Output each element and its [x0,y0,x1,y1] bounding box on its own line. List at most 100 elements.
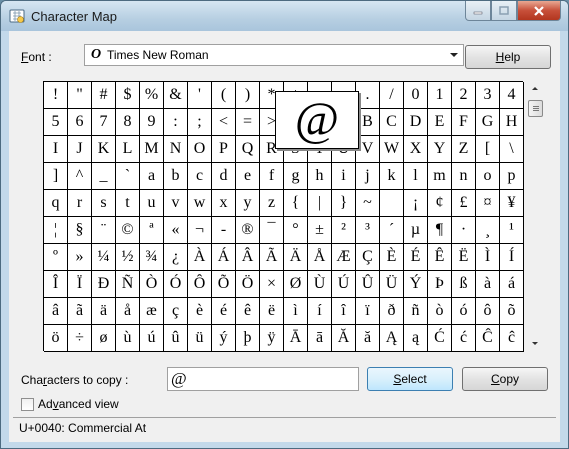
character-cell[interactable]: Ü [380,271,404,298]
character-cell[interactable]: z [260,190,284,217]
character-cell[interactable]: ¼ [92,244,116,271]
character-cell[interactable]: W [380,136,404,163]
character-cell[interactable]: è [188,298,212,325]
character-cell[interactable]: å [116,298,140,325]
character-cell[interactable]: p [500,163,524,190]
character-cell[interactable]: \ [500,136,524,163]
character-cell[interactable]: 0 [404,82,428,109]
character-cell[interactable]: û [164,325,188,352]
character-cell[interactable]: n [452,163,476,190]
character-cell[interactable]: Ë [452,244,476,271]
character-cell[interactable]: ( [212,82,236,109]
character-cell[interactable]: ù [116,325,140,352]
character-cell[interactable]: 1 [428,82,452,109]
character-cell[interactable]: Ó [164,271,188,298]
character-cell[interactable]: ² [332,217,356,244]
character-cell[interactable]: Ä [284,244,308,271]
character-cell[interactable]: à [476,271,500,298]
character-cell[interactable]: & [164,82,188,109]
character-cell[interactable]: f [260,163,284,190]
character-cell[interactable]: ç [164,298,188,325]
character-cell[interactable]: Æ [332,244,356,271]
character-cell[interactable]: ú [140,325,164,352]
help-button[interactable]: Help [465,45,551,69]
character-cell[interactable]: ß [452,271,476,298]
character-cell[interactable]: Í [500,244,524,271]
scroll-down-arrow-icon[interactable] [532,342,538,345]
character-cell[interactable]: Ê [428,244,452,271]
character-cell[interactable]: ) [236,82,260,109]
character-cell[interactable]: x [212,190,236,217]
character-cell[interactable]: ă [356,325,380,352]
character-cell[interactable]: ! [44,82,68,109]
character-cell[interactable]: Ā [284,325,308,352]
character-cell[interactable]: Â [236,244,260,271]
character-cell[interactable]: } [332,190,356,217]
character-cell[interactable]: ¾ [140,244,164,271]
character-cell[interactable]: ø [92,325,116,352]
character-cell[interactable]: ; [188,109,212,136]
character-cell[interactable]: G [476,109,500,136]
character-cell[interactable]: Õ [212,271,236,298]
copy-button[interactable]: Copy [462,367,548,391]
character-cell[interactable]: k [380,163,404,190]
character-cell[interactable]: ~ [356,190,380,217]
character-cell[interactable]: ë [260,298,284,325]
character-cell[interactable]: h [308,163,332,190]
character-cell[interactable]: © [116,217,140,244]
character-cell[interactable]: ã [68,298,92,325]
scroll-up-arrow-icon[interactable] [532,87,538,90]
character-cell[interactable]: N [164,136,188,163]
character-cell[interactable]: Ú [332,271,356,298]
character-cell[interactable]: Û [356,271,380,298]
character-cell[interactable]: Î [44,271,68,298]
character-cell[interactable]: H [500,109,524,136]
character-cell[interactable]: w [188,190,212,217]
character-cell[interactable]: # [92,82,116,109]
character-cell[interactable]: o [476,163,500,190]
character-cell[interactable]: b [164,163,188,190]
character-cell[interactable]: · [452,217,476,244]
character-cell[interactable]: Ñ [116,271,140,298]
character-cell[interactable]: º [44,244,68,271]
character-cell[interactable]: ¨ [92,217,116,244]
character-cell[interactable]: $ [116,82,140,109]
character-cell[interactable]: ó [452,298,476,325]
character-cell[interactable]: ° [284,217,308,244]
character-cell[interactable]: j [356,163,380,190]
character-cell[interactable]: £ [452,190,476,217]
character-cell[interactable]: À [188,244,212,271]
character-cell[interactable]: % [140,82,164,109]
character-cell[interactable]: r [68,190,92,217]
character-cell[interactable]: ð [380,298,404,325]
character-cell[interactable]: " [68,82,92,109]
advanced-view-checkbox[interactable] [21,397,34,411]
character-cell[interactable]: ¤ [476,190,500,217]
character-cell[interactable]: = [236,109,260,136]
character-cell[interactable] [380,190,404,217]
character-cell[interactable]: ± [308,217,332,244]
character-cell[interactable]: _ [92,163,116,190]
font-dropdown[interactable]: O Times New Roman [84,44,464,66]
character-cell[interactable]: < [212,109,236,136]
character-cell[interactable]: Ý [404,271,428,298]
character-cell[interactable]: æ [140,298,164,325]
character-cell[interactable]: Ï [68,271,92,298]
character-cell[interactable]: Ì [476,244,500,271]
dropdown-arrow-icon[interactable] [450,53,458,57]
character-cell[interactable]: F [452,109,476,136]
minimize-button[interactable] [465,1,491,21]
character-cell[interactable]: ĉ [500,325,524,352]
character-cell[interactable]: { [284,190,308,217]
character-cell[interactable]: C [380,109,404,136]
character-cell[interactable]: É [404,244,428,271]
character-cell[interactable]: ô [476,298,500,325]
character-cell[interactable]: Ă [332,325,356,352]
character-cell[interactable]: q [44,190,68,217]
character-cell[interactable]: ò [428,298,452,325]
maximize-button[interactable] [491,1,517,21]
character-cell[interactable]: . [356,82,380,109]
character-cell[interactable]: × [260,271,284,298]
character-cell[interactable]: Þ [428,271,452,298]
character-cell[interactable]: / [380,82,404,109]
